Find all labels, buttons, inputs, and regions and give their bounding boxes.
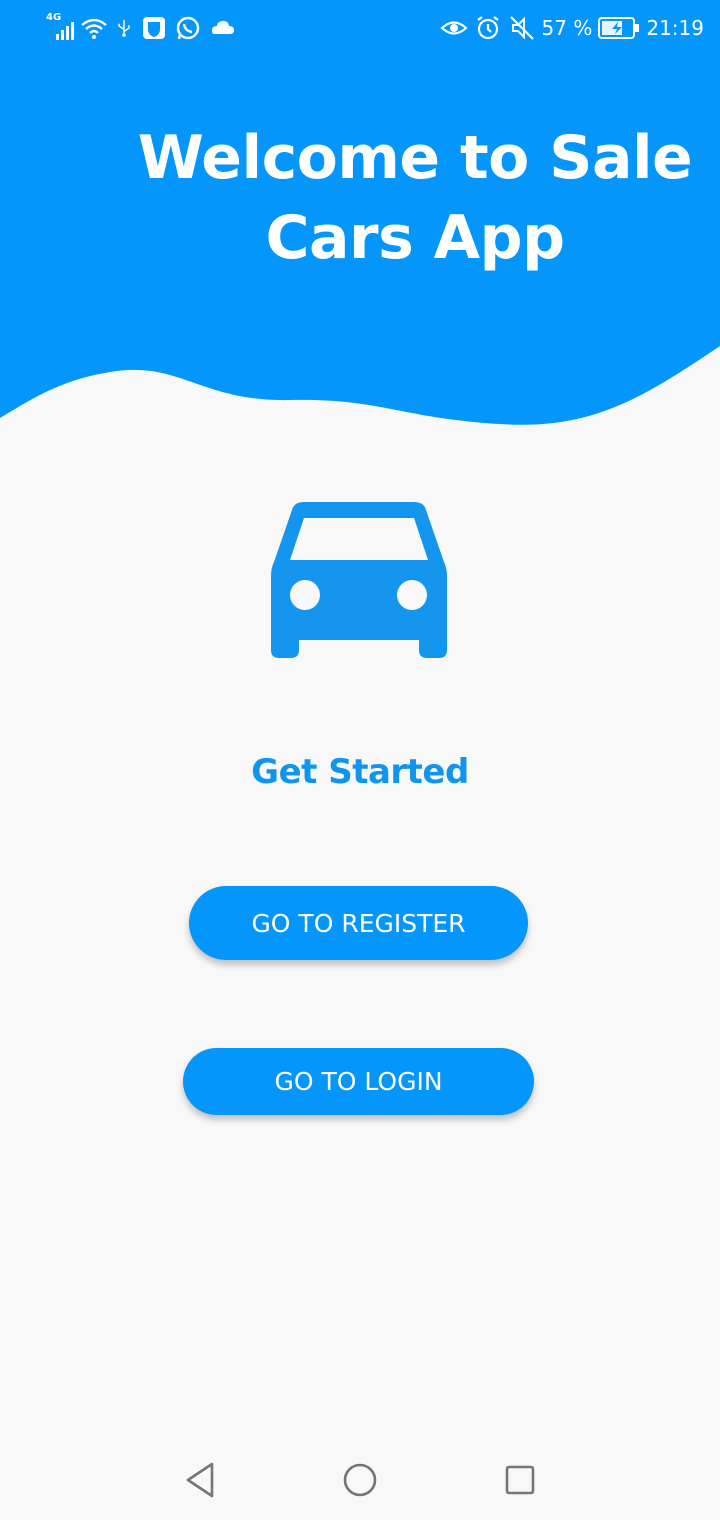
go-to-register-button[interactable]: GO TO REGISTER — [189, 886, 528, 960]
whatsapp-icon — [176, 16, 200, 40]
battery-percent: 57 % — [541, 16, 593, 40]
clock-time: 21:19 — [646, 16, 704, 40]
car-icon — [271, 502, 447, 658]
navigation-bar — [0, 1440, 720, 1520]
status-bar: 4G 57 % 21:19 — [0, 0, 720, 56]
status-bar-right: 57 % 21:19 — [439, 14, 704, 42]
usb-icon — [118, 20, 130, 37]
recents-icon[interactable] — [498, 1458, 542, 1502]
eye-icon — [439, 21, 468, 35]
welcome-title: Welcome to Sale Cars App — [137, 123, 693, 273]
wifi-icon — [81, 18, 107, 39]
go-to-register-label: GO TO REGISTER — [251, 908, 466, 938]
network-type: 4G — [46, 12, 62, 23]
back-icon[interactable] — [178, 1458, 222, 1502]
battery-charging-icon — [598, 17, 640, 39]
alarm-icon — [476, 16, 499, 40]
signal-icon: 4G — [46, 12, 74, 40]
cloud-icon — [212, 20, 234, 34]
go-to-login-label: GO TO LOGIN — [274, 1067, 443, 1096]
shield-app-icon — [143, 17, 165, 39]
get-started-label: Get Started — [251, 752, 469, 792]
mute-icon — [509, 16, 534, 40]
status-bar-left: 4G — [46, 12, 236, 42]
home-icon[interactable] — [338, 1458, 382, 1502]
go-to-login-button[interactable]: GO TO LOGIN — [183, 1048, 534, 1115]
